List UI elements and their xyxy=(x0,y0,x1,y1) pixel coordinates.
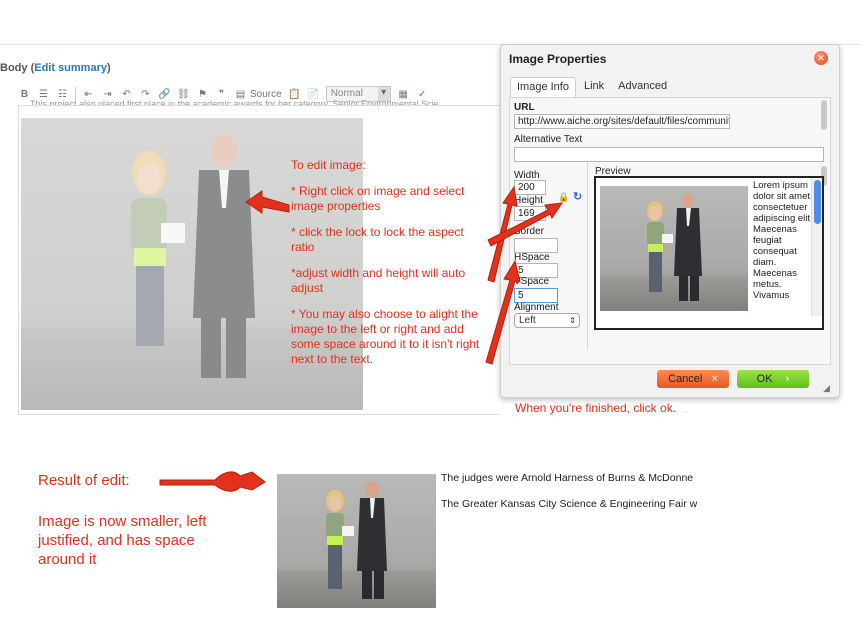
vspace-label: VSpace xyxy=(514,276,550,287)
preview-scrollbar[interactable] xyxy=(811,178,822,316)
preview-box: Lorem ipsum dolor sit amet, consectetuer… xyxy=(594,176,824,330)
dialog-title: Image Properties xyxy=(509,52,607,66)
lock-icon[interactable]: 🔒 xyxy=(558,192,569,203)
vspace-input[interactable]: 5 xyxy=(514,288,558,303)
finished-note: When you're finished, click ok. xyxy=(515,401,677,415)
preview-text: Lorem ipsum dolor sit amet, consectetuer… xyxy=(753,180,813,301)
body-label-text: Body xyxy=(0,62,28,74)
instruction-step-2: * click the lock to lock the aspect rati… xyxy=(291,225,464,254)
tab-image-info[interactable]: Image Info xyxy=(510,77,576,97)
cancel-x-icon: × xyxy=(711,373,718,385)
arrow-to-result xyxy=(159,471,266,492)
instructions-annotation: To edit image: * Right click on image an… xyxy=(291,158,481,378)
body-field-label: Body (Edit summary) xyxy=(0,62,111,74)
dialog-tabs: Image Info Link Advanced xyxy=(510,77,673,97)
instruction-step-3: *adjust width and height will auto adjus… xyxy=(291,266,466,295)
alt-text-label: Alternative Text xyxy=(514,134,583,145)
preview-scroll-thumb[interactable] xyxy=(814,180,821,224)
result-image xyxy=(277,474,436,608)
instructions-heading: To edit image: xyxy=(291,158,366,172)
reset-size-icon[interactable]: ↻ xyxy=(573,190,582,203)
tab-link[interactable]: Link xyxy=(578,77,610,97)
result-label: Result of edit: xyxy=(38,472,130,489)
cancel-button[interactable]: Cancel × xyxy=(657,370,729,388)
hspace-label: HSpace xyxy=(514,252,550,263)
alignment-label: Alignment xyxy=(514,302,559,313)
ok-button[interactable]: OK › xyxy=(737,370,809,388)
paren-close: ) xyxy=(106,62,111,74)
preview-image xyxy=(600,186,748,311)
resize-grip-icon[interactable]: ◢ xyxy=(823,383,830,394)
width-input[interactable]: 200 xyxy=(514,180,546,195)
instruction-step-4: * You may also choose to alight the imag… xyxy=(291,307,480,366)
ok-label: OK xyxy=(756,373,773,385)
image-properties-dialog: Image Properties ✕ Image Info Link Advan… xyxy=(500,44,840,398)
result-description: Image is now smaller, left justified, an… xyxy=(38,513,207,568)
border-label: Border xyxy=(514,226,545,237)
cancel-label: Cancel xyxy=(668,373,703,385)
ok-arrow-icon: › xyxy=(785,373,790,385)
tab-advanced[interactable]: Advanced xyxy=(612,77,673,97)
height-label: Height xyxy=(514,195,543,206)
panel-scrollbar[interactable] xyxy=(821,100,827,130)
border-input[interactable] xyxy=(514,238,558,253)
panel-divider xyxy=(587,160,588,350)
alignment-select[interactable]: Left xyxy=(514,313,580,328)
instruction-step-1: * Right click on image and select image … xyxy=(291,184,465,213)
result-figures xyxy=(326,481,387,599)
result-text-line-1: The judges were Arnold Harness of Burns … xyxy=(441,472,694,484)
url-label: URL xyxy=(514,102,535,113)
close-icon[interactable]: ✕ xyxy=(814,51,828,65)
url-input[interactable]: http://www.aiche.org/sites/default/files… xyxy=(514,114,730,129)
result-text-line-2: The Greater Kansas City Science & Engine… xyxy=(441,498,698,510)
edit-summary-link[interactable]: Edit summary xyxy=(34,62,107,74)
alt-text-input[interactable] xyxy=(514,147,824,162)
preview-figures xyxy=(647,193,702,301)
height-input[interactable]: 169 xyxy=(514,206,546,221)
